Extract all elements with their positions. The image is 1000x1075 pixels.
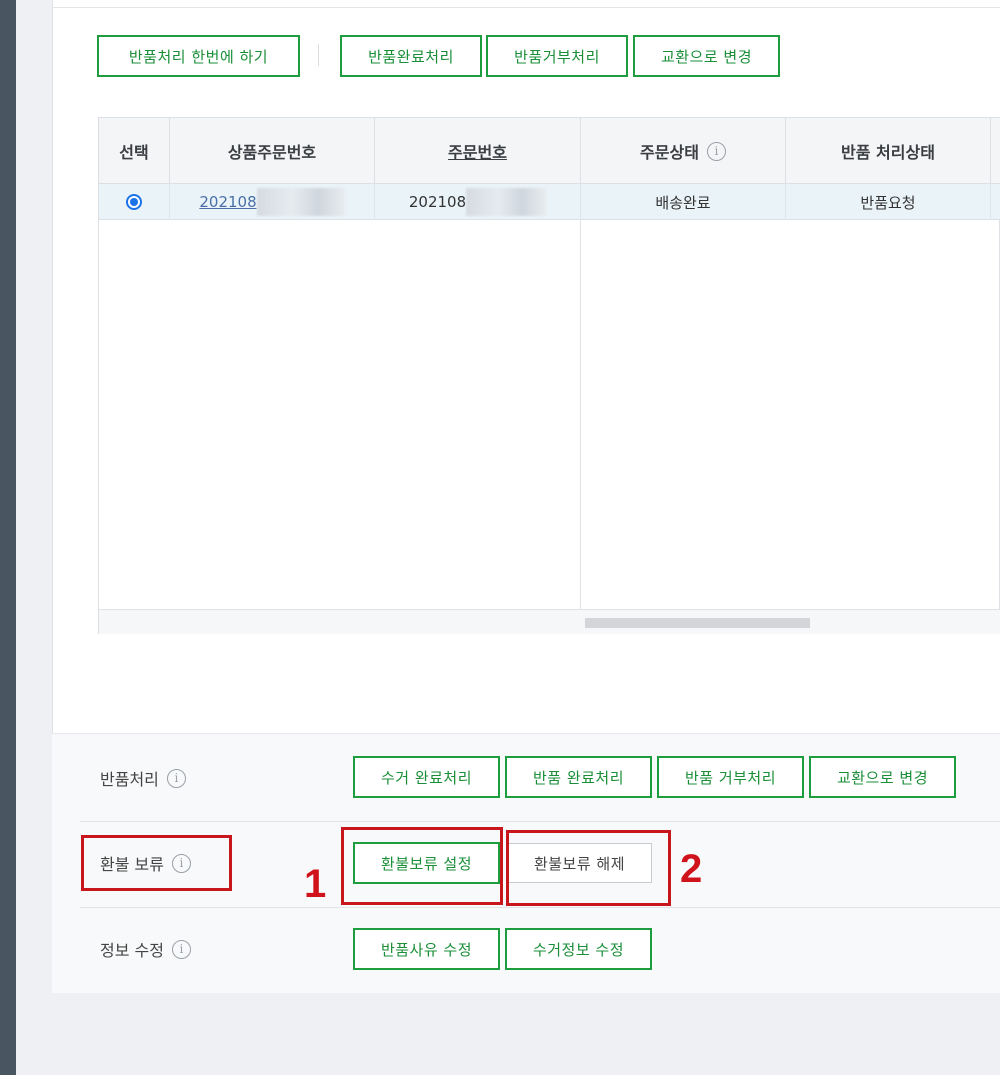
edit-return-reason-button[interactable]: 반품사유 수정 bbox=[353, 928, 500, 970]
batch-return-button[interactable]: 반품처리 한번에 하기 bbox=[97, 35, 300, 77]
return-process-label: 반품처리 i bbox=[100, 766, 186, 790]
row-divider bbox=[80, 821, 1000, 822]
return-reject-action-button[interactable]: 반품 거부처리 bbox=[657, 756, 804, 798]
edit-pickup-info-button[interactable]: 수거정보 수정 bbox=[505, 928, 652, 970]
info-icon[interactable]: i bbox=[706, 141, 726, 161]
return-complete-button[interactable]: 반품완료처리 bbox=[340, 35, 482, 77]
table-row[interactable]: 202108 202108 배송완료 반품요청 bbox=[99, 184, 1000, 220]
return-complete-action-button[interactable]: 반품 완료처리 bbox=[505, 756, 652, 798]
annotation-number-2: 2 bbox=[680, 847, 703, 891]
horizontal-scrollbar[interactable] bbox=[585, 618, 810, 628]
header-product-order-no-label: 상품주문번호 bbox=[227, 143, 317, 162]
header-select-label: 선택 bbox=[119, 143, 149, 162]
toolbar-separator bbox=[318, 44, 319, 66]
header-order-status[interactable]: 주문상태 i bbox=[581, 118, 786, 184]
return-status-text: 반품요청 bbox=[860, 193, 916, 212]
header-order-status-label: 주문상태 bbox=[640, 143, 699, 162]
return-reject-button[interactable]: 반품거부처리 bbox=[486, 35, 628, 77]
edit-info-label-text: 정보 수정 bbox=[100, 941, 164, 960]
pickup-complete-button[interactable]: 수거 완료처리 bbox=[353, 756, 500, 798]
annotation-box-1 bbox=[341, 827, 503, 905]
order-status-cell: 배송완료 bbox=[581, 184, 786, 220]
panel-top-divider bbox=[52, 7, 1000, 8]
header-return-status-label: 반품 처리상태 bbox=[841, 143, 935, 162]
header-order-no-label: 주문번호 bbox=[448, 143, 507, 162]
header-select: 선택 bbox=[99, 118, 170, 184]
grid-header: 선택 상품주문번호 주문번호 주문상태 i 반품 처리상태 bbox=[99, 118, 1000, 184]
return-status-cell: 반품요청 bbox=[786, 184, 991, 220]
order-no-text: 202108 bbox=[408, 193, 467, 211]
left-sidebar-rail bbox=[0, 0, 16, 1075]
product-order-no-link[interactable]: 202108 bbox=[199, 193, 256, 211]
order-no-cell: 202108 bbox=[375, 184, 581, 220]
exchange-action-button[interactable]: 교환으로 변경 bbox=[809, 756, 956, 798]
info-icon[interactable]: i bbox=[171, 939, 191, 959]
annotation-number-1: 1 bbox=[304, 862, 327, 906]
row-select-cell[interactable] bbox=[99, 184, 170, 220]
header-return-status[interactable]: 반품 처리상태 bbox=[786, 118, 991, 184]
change-to-exchange-button[interactable]: 교환으로 변경 bbox=[633, 35, 780, 77]
grid-scrollbar-area bbox=[99, 609, 1000, 634]
order-grid: 선택 상품주문번호 주문번호 주문상태 i 반품 처리상태 202108 2021… bbox=[98, 117, 1000, 634]
row-divider bbox=[80, 907, 1000, 908]
edit-info-label: 정보 수정 i bbox=[100, 937, 191, 961]
annotation-box-2 bbox=[506, 830, 671, 906]
annotation-box-refund-hold-label bbox=[81, 835, 232, 891]
header-order-no[interactable]: 주문번호 bbox=[375, 118, 581, 184]
row-radio-button[interactable] bbox=[126, 194, 142, 210]
info-icon[interactable]: i bbox=[166, 768, 186, 788]
header-product-order-no[interactable]: 상품주문번호 bbox=[170, 118, 375, 184]
redacted-blur bbox=[256, 188, 345, 216]
product-order-no-cell[interactable]: 202108 bbox=[170, 184, 375, 220]
frozen-column-divider bbox=[580, 220, 581, 634]
order-status-text: 배송완료 bbox=[655, 193, 711, 212]
redacted-blur bbox=[466, 188, 547, 216]
return-process-label-text: 반품처리 bbox=[100, 770, 159, 789]
